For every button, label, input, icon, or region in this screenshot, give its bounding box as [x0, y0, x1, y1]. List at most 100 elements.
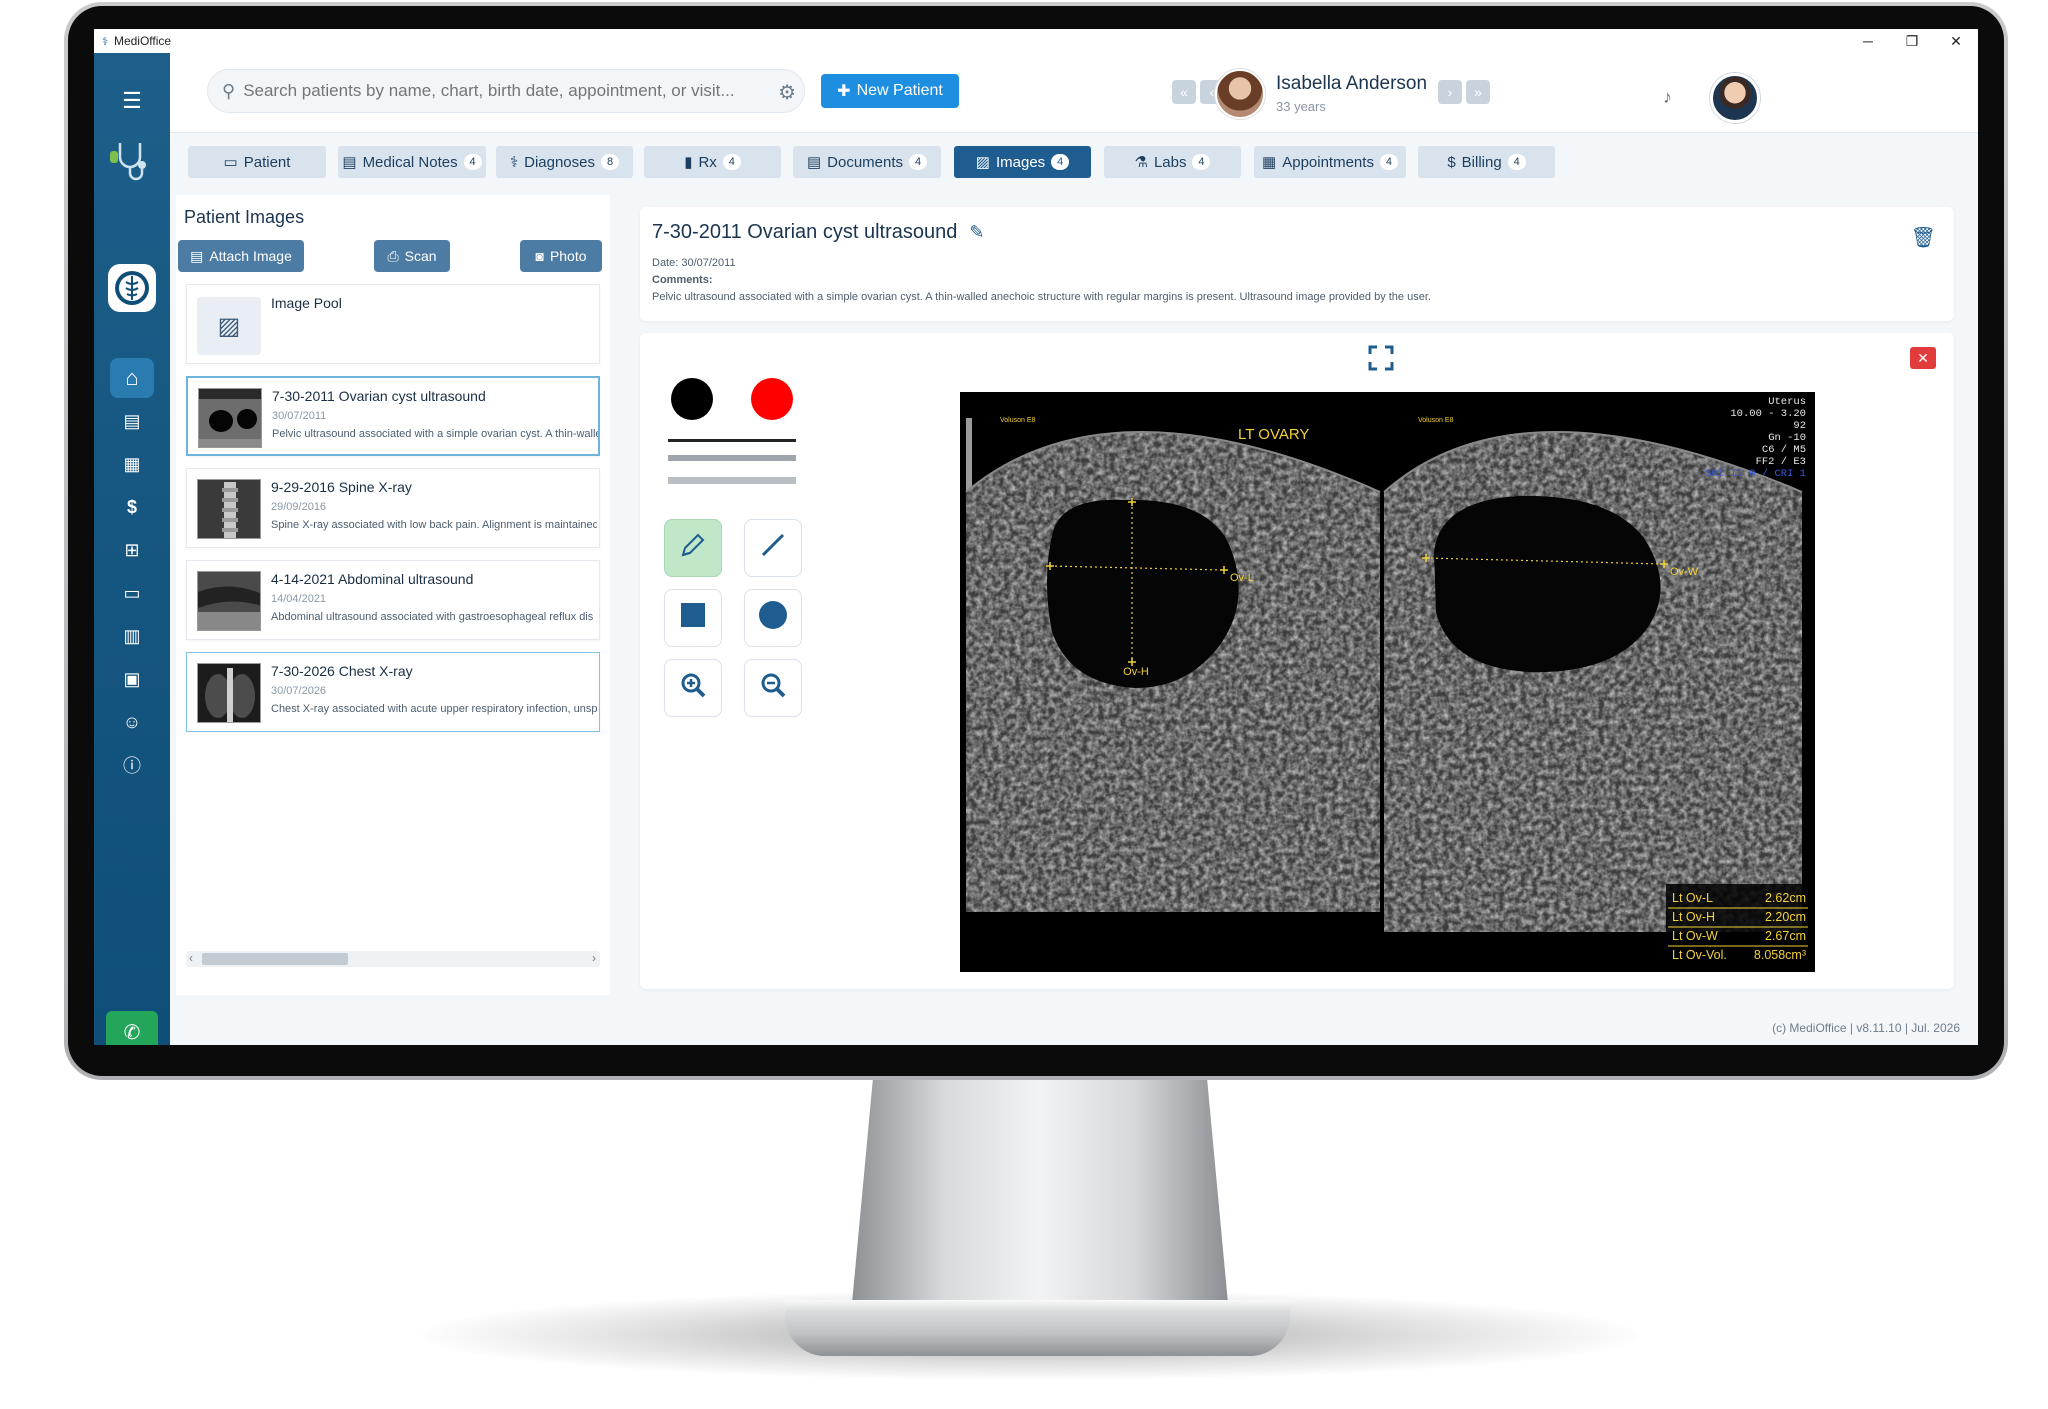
chevron-right-icon: ›	[1447, 84, 1453, 100]
image-details-card: 7-30-2011 Ovarian cyst ultrasound ✎ Date…	[640, 207, 1954, 321]
tab-documents[interactable]: ▤ Documents 4	[793, 146, 941, 178]
window-app-title: ⚕ MediOffice	[102, 34, 171, 48]
line-width-thick-option[interactable]	[668, 477, 796, 484]
hamburger-icon: ☰	[122, 88, 142, 113]
next-patient-button[interactable]: ›	[1438, 80, 1462, 104]
sidebar-item-documents[interactable]: ▤	[110, 401, 154, 441]
scrollbar-thumb[interactable]	[202, 953, 348, 965]
double-chevron-right-icon: »	[1474, 84, 1482, 100]
measurement-name: Lt Ov-Vol.	[1672, 948, 1727, 962]
flask-icon: ⚗	[1134, 154, 1148, 171]
line-width-medium-option[interactable]	[668, 455, 796, 461]
first-patient-button[interactable]: «	[1172, 80, 1196, 104]
tab-label: Documents	[827, 153, 904, 171]
tab-patient[interactable]: ▭ Patient	[188, 146, 326, 178]
scroll-left-icon[interactable]: ‹	[189, 951, 193, 965]
pencil-tool-button[interactable]	[664, 519, 722, 577]
tab-medical-notes[interactable]: ▤ Medical Notes 4	[338, 146, 486, 178]
us-setting: SRI II 0 / CRI 1	[1705, 468, 1806, 480]
bell-icon[interactable]: ♪	[1663, 87, 1672, 108]
sidebar-item-users[interactable]: ☺	[110, 702, 154, 742]
tab-billing[interactable]: $ Billing 4	[1418, 146, 1555, 178]
patient-avatar	[1215, 69, 1265, 119]
close-viewer-button[interactable]: ✕	[1910, 347, 1936, 369]
image-title: 7-30-2011 Ovarian cyst ultrasound	[272, 388, 486, 404]
pencil-icon[interactable]: ✎	[969, 222, 984, 243]
call-button[interactable]: ✆	[106, 1011, 158, 1045]
us-setting: Gn -10	[1768, 432, 1806, 444]
image-detail-title: 7-30-2011 Ovarian cyst ultrasound	[652, 221, 958, 243]
sidebar-item-sitemap[interactable]: ⊞	[110, 530, 154, 570]
last-patient-button[interactable]: »	[1466, 80, 1490, 104]
close-window-button[interactable]: ✕	[1934, 33, 1978, 50]
image-list-item[interactable]: 9-29-2016 Spine X-ray 29/09/2016 Spine X…	[186, 468, 600, 548]
footer: (c) MediOffice | v8.11.10 | Jul. 2026	[1772, 1021, 1960, 1035]
tab-count: 4	[722, 154, 741, 170]
photo-button[interactable]: ◙ Photo	[520, 240, 602, 272]
tab-label: Diagnoses	[524, 153, 595, 171]
color-swatch-red[interactable]	[751, 378, 793, 420]
comments-label: Comments:	[652, 274, 713, 286]
line-width-thin-option[interactable]	[668, 439, 796, 442]
fullscreen-icon[interactable]	[1368, 345, 1394, 378]
tab-appointments[interactable]: ▦ Appointments 4	[1254, 146, 1406, 178]
ultrasound-image[interactable]: LT OVARY Voluson E8 Voluson E8 Uterus 10…	[960, 392, 1815, 972]
patient-age: 33 years	[1276, 99, 1326, 114]
circle-tool-button[interactable]	[744, 589, 802, 647]
tab-count: 8	[601, 154, 619, 170]
sidebar-item-info[interactable]: ⓘ	[110, 745, 154, 785]
sidebar-item-reports[interactable]: ▥	[110, 616, 154, 656]
sidebar-item-home[interactable]: ⌂	[110, 358, 154, 398]
image-list-item[interactable]: 4-14-2021 Abdominal ultrasound 14/04/202…	[186, 560, 600, 640]
image-detail-title-row: 7-30-2011 Ovarian cyst ultrasound ✎	[652, 221, 984, 244]
tab-rx[interactable]: ▮ Rx 4	[644, 146, 781, 178]
maximize-button[interactable]: ❐	[1890, 33, 1934, 50]
search-input[interactable]	[243, 81, 764, 101]
tab-count: 4	[909, 154, 928, 170]
top-header: ⚲ ⚙ ✚ New Patient « ‹ Isabella Anderson …	[170, 53, 1978, 133]
file-plus-icon: ▤	[190, 247, 204, 264]
minimize-button[interactable]: ─	[1846, 33, 1890, 50]
tab-diagnoses[interactable]: ⚕ Diagnoses 8	[496, 146, 633, 178]
zoom-in-button[interactable]	[664, 659, 722, 717]
color-swatch-black[interactable]	[671, 378, 713, 420]
image-comment: Chest X-ray associated with acute upper …	[271, 703, 597, 715]
tab-count: 4	[1379, 154, 1398, 170]
probe-label-left: Voluson E8	[1000, 417, 1036, 424]
sidebar-item-billing[interactable]: $	[110, 487, 154, 527]
tab-label: Labs	[1153, 153, 1187, 171]
organ-label: LT OVARY	[1238, 426, 1309, 443]
dollar-icon: $	[1447, 153, 1456, 171]
sidebar-item-calendar[interactable]: ▦	[110, 444, 154, 484]
calendar-icon: ▦	[1262, 154, 1277, 171]
scan-button[interactable]: ⎙ Scan	[374, 240, 450, 272]
tab-label: Billing	[1461, 153, 1502, 171]
line-tool-button[interactable]	[744, 519, 802, 577]
rectangle-tool-button[interactable]	[664, 589, 722, 647]
attach-image-button[interactable]: ▤ Attach Image	[178, 240, 304, 272]
image-title: 7-30-2026 Chest X-ray	[271, 663, 413, 679]
gear-icon[interactable]: ⚙	[778, 80, 796, 105]
image-list-item[interactable]: 7-30-2011 Ovarian cyst ultrasound 30/07/…	[186, 376, 600, 456]
image-pool-card[interactable]: ▨ Image Pool	[186, 284, 600, 364]
image-comment: Abdominal ultrasound associated with gas…	[271, 611, 594, 623]
tab-images[interactable]: ▨ Images 4	[954, 146, 1091, 178]
sidebar-item-inbox[interactable]: ▭	[110, 573, 154, 613]
tab-labs[interactable]: ⚗ Labs 4	[1104, 146, 1241, 178]
sidebar-item-security[interactable]: ▣	[110, 659, 154, 699]
trash-icon[interactable]: 🗑	[1911, 225, 1936, 250]
tab-label: Patient	[243, 153, 291, 171]
printer-icon: ⎙	[387, 247, 399, 264]
window-titlebar: ⚕ MediOffice ─ ❐ ✕	[94, 29, 1978, 53]
menu-toggle-button[interactable]: ☰	[110, 81, 154, 121]
document-icon: ▤	[123, 410, 141, 431]
horizontal-scrollbar[interactable]: ‹ ›	[186, 951, 600, 967]
scroll-right-icon[interactable]: ›	[592, 951, 596, 965]
zoom-out-button[interactable]	[744, 659, 802, 717]
new-patient-button[interactable]: ✚ New Patient	[821, 74, 959, 108]
image-list-item[interactable]: 7-30-2026 Chest X-ray 30/07/2026 Chest X…	[186, 652, 600, 732]
window-controls: ─ ❐ ✕	[1846, 33, 1978, 50]
app-logo-icon: ⚕	[102, 35, 108, 48]
prescription-bottle-icon: ▮	[684, 154, 693, 171]
user-avatar[interactable]	[1710, 73, 1760, 123]
